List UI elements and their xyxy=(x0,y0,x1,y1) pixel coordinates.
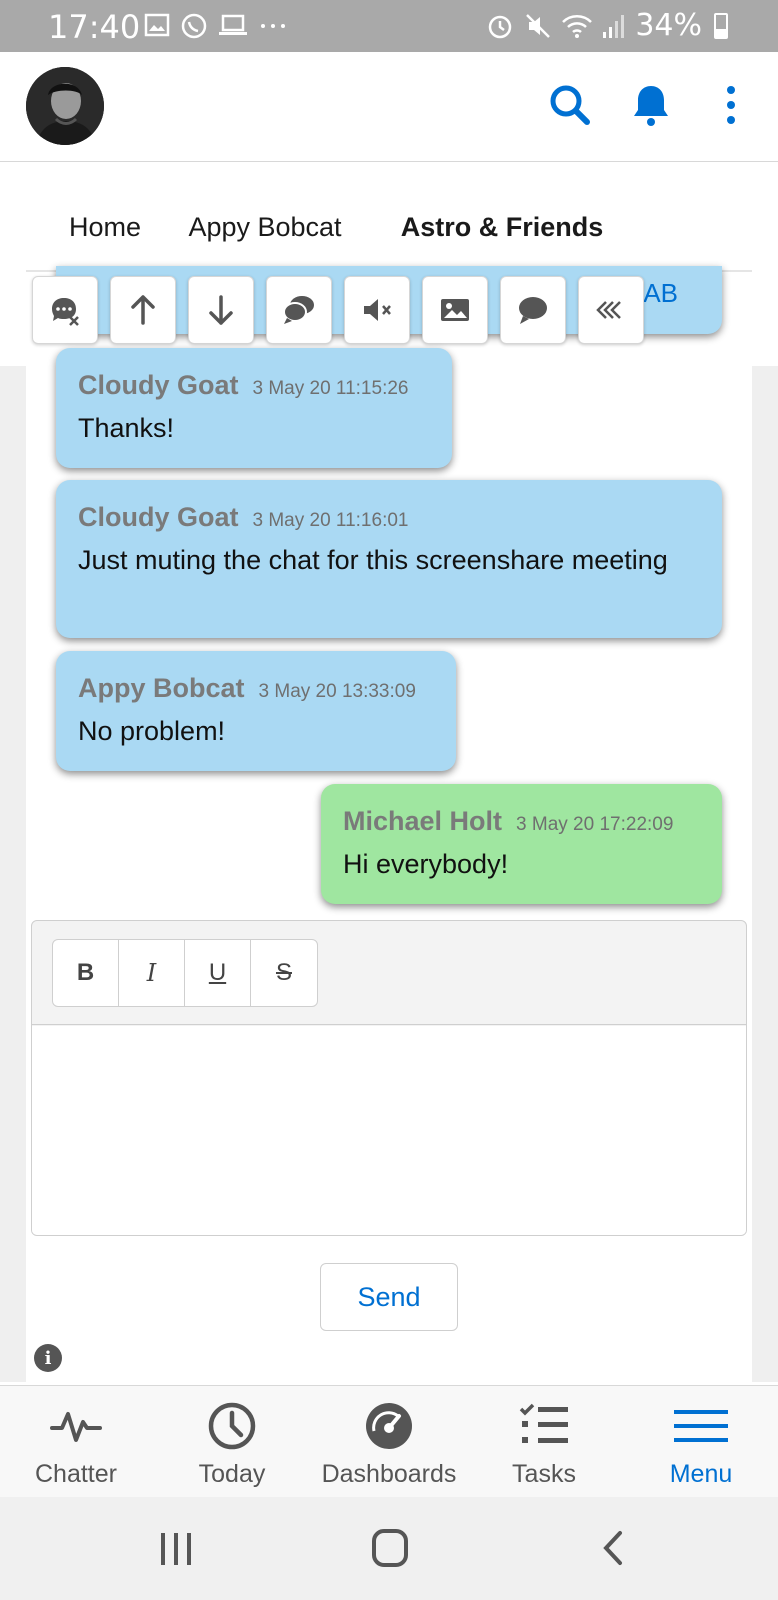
nav-menu[interactable]: Menu xyxy=(645,1386,757,1498)
avatar[interactable] xyxy=(26,67,104,145)
recent-apps-icon[interactable] xyxy=(158,1529,194,1569)
message-text: Hi everybody! xyxy=(343,849,509,879)
bottom-nav: Chatter Today Dashboards Tasks Menu xyxy=(0,1385,778,1497)
info-icon[interactable]: i xyxy=(34,1344,62,1372)
message-text: Just muting the chat for this screenshar… xyxy=(78,545,668,575)
scroll-up-button[interactable] xyxy=(110,276,176,344)
clock-icon xyxy=(208,1402,256,1450)
message-author[interactable]: Michael Holt xyxy=(343,806,502,836)
scroll-down-button[interactable] xyxy=(188,276,254,344)
message-text: No problem! xyxy=(78,716,226,746)
chat-margin-left xyxy=(0,366,26,1382)
conversations-button[interactable] xyxy=(266,276,332,344)
chat-icon xyxy=(519,297,547,324)
image-icon xyxy=(441,299,469,321)
home-icon[interactable] xyxy=(370,1527,410,1569)
mute-user-button[interactable] xyxy=(32,276,98,344)
message-editor: B I U S xyxy=(31,920,747,1236)
battery-icon xyxy=(714,12,728,39)
editor-toolbar: B I U S xyxy=(32,921,746,1025)
collapse-icon xyxy=(596,301,621,319)
message-bubble: Cloudy Goat 3 May 20 11:15:26 Thanks! xyxy=(56,348,452,468)
tab-astro-friends[interactable]: Astro & Friends xyxy=(376,200,628,272)
bold-label: B xyxy=(76,959,95,986)
message-timestamp: 3 May 20 13:33:09 xyxy=(258,681,416,702)
app-header xyxy=(0,52,778,162)
message-input[interactable] xyxy=(32,1026,746,1235)
search-icon[interactable] xyxy=(545,80,595,130)
system-nav-bar xyxy=(0,1497,778,1600)
bold-button[interactable]: B xyxy=(53,940,119,1006)
message-author[interactable]: Cloudy Goat xyxy=(78,502,239,532)
battery-percent: 34% xyxy=(635,8,702,43)
strikethrough-label: S xyxy=(275,959,292,986)
message-bubble: Appy Bobcat 3 May 20 13:33:09 No problem! xyxy=(56,651,456,771)
tab-bar: Home Appy Bobcat Astro & Friends xyxy=(26,200,752,272)
image-button[interactable] xyxy=(422,276,488,344)
alarm-icon xyxy=(489,15,512,38)
pulse-icon xyxy=(50,1412,102,1442)
checklist-icon xyxy=(519,1403,568,1443)
mute-status-icon xyxy=(526,13,551,38)
back-icon[interactable] xyxy=(598,1527,628,1569)
scroll-up-icon xyxy=(131,295,155,325)
collapse-button[interactable] xyxy=(578,276,644,344)
laptop-icon xyxy=(219,14,247,35)
scroll-down-icon xyxy=(209,295,233,325)
underline-button[interactable]: U xyxy=(185,940,251,1006)
message-timestamp: 3 May 20 11:15:26 xyxy=(252,378,409,399)
nav-label: Tasks xyxy=(512,1460,576,1488)
message-timestamp: 3 May 20 11:16:01 xyxy=(252,510,409,531)
italic-label: I xyxy=(146,959,157,987)
nav-label: Dashboards xyxy=(321,1460,457,1488)
status-bar: 17:40 34% xyxy=(0,0,778,52)
more-vertical-icon[interactable] xyxy=(706,80,756,130)
partial-message-text: AB xyxy=(643,278,678,308)
mute-chat-button[interactable] xyxy=(344,276,410,344)
tab-appy-bobcat[interactable]: Appy Bobcat xyxy=(180,200,350,272)
nav-label: Menu xyxy=(669,1460,733,1488)
notification-icons xyxy=(144,12,288,40)
hamburger-icon xyxy=(674,1410,728,1442)
wifi-icon xyxy=(562,14,593,38)
message-timestamp: 3 May 20 17:22:09 xyxy=(516,814,674,835)
avatar-image xyxy=(26,67,104,145)
nav-dashboards[interactable]: Dashboards xyxy=(314,1386,464,1498)
message-author[interactable]: Cloudy Goat xyxy=(78,370,239,400)
strikethrough-button[interactable]: S xyxy=(251,940,317,1006)
mute-user-icon xyxy=(52,298,79,326)
more-notifications-icon xyxy=(261,24,285,28)
nav-label: Today xyxy=(198,1460,266,1488)
message-bubble: Cloudy Goat 3 May 20 11:16:01 Just muting… xyxy=(56,480,722,638)
status-time: 17:40 xyxy=(48,8,141,46)
italic-button[interactable]: I xyxy=(119,940,185,1006)
message-text: Thanks! xyxy=(78,413,175,443)
system-status: 34% xyxy=(485,8,728,43)
whatsapp-icon xyxy=(181,13,207,39)
nav-chatter[interactable]: Chatter xyxy=(20,1386,132,1498)
mute-icon xyxy=(364,299,391,321)
gallery-icon xyxy=(144,13,170,37)
conversations-icon xyxy=(283,296,314,324)
nav-today[interactable]: Today xyxy=(176,1386,288,1498)
bell-icon[interactable] xyxy=(626,80,676,130)
signal-icon xyxy=(603,14,625,38)
send-button[interactable]: Send xyxy=(320,1263,458,1331)
chat-margin-right xyxy=(752,366,778,1382)
nav-label: Chatter xyxy=(35,1460,117,1488)
message-bubble-own: Michael Holt 3 May 20 17:22:09 Hi everybo… xyxy=(321,784,722,904)
tab-home[interactable]: Home xyxy=(52,200,158,272)
format-button-group: B I U S xyxy=(52,939,318,1007)
chat-button[interactable] xyxy=(500,276,566,344)
underline-label: U xyxy=(208,959,227,986)
nav-tasks[interactable]: Tasks xyxy=(488,1386,600,1498)
message-author[interactable]: Appy Bobcat xyxy=(78,673,245,703)
gauge-icon xyxy=(366,1403,412,1449)
